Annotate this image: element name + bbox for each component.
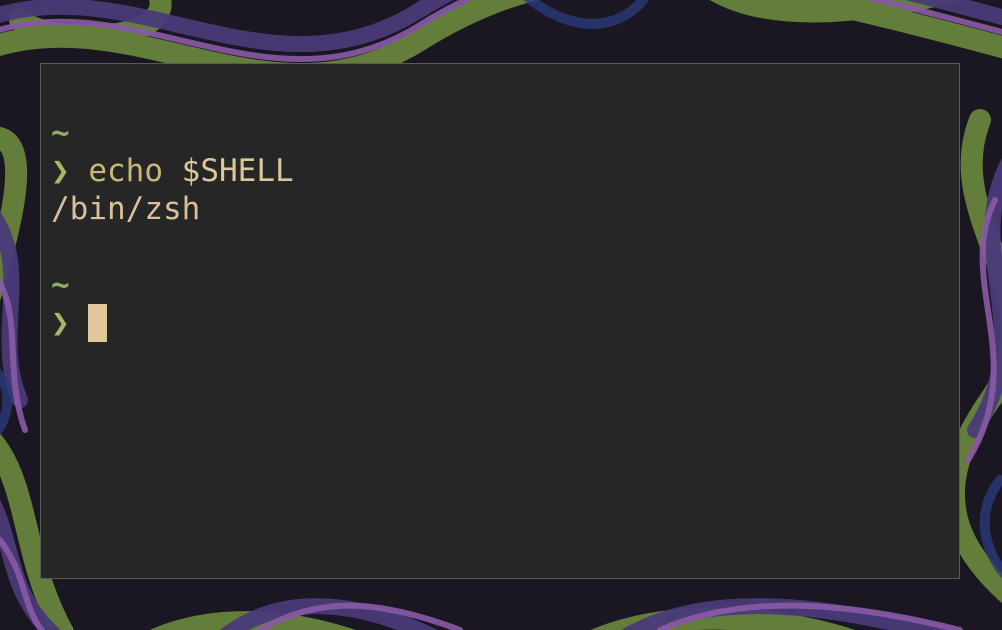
command-output: /bin/zsh	[51, 191, 201, 227]
terminal-window[interactable]: ~ ❯ echo $SHELL /bin/zsh ~ ❯	[40, 63, 960, 579]
prompt-chevron-icon: ❯	[51, 305, 70, 341]
command-line: ❯ echo $SHELL	[51, 152, 959, 190]
command-argument: $SHELL	[181, 153, 294, 189]
prompt-cwd: ~	[51, 266, 959, 304]
text-cursor[interactable]	[88, 304, 108, 342]
active-input-line[interactable]: ❯	[51, 304, 959, 342]
prompt-chevron-icon: ❯	[51, 153, 70, 189]
prompt-cwd: ~	[51, 114, 959, 152]
cwd-label: ~	[51, 267, 70, 303]
command-name: echo	[88, 153, 163, 189]
cwd-label: ~	[51, 115, 70, 151]
